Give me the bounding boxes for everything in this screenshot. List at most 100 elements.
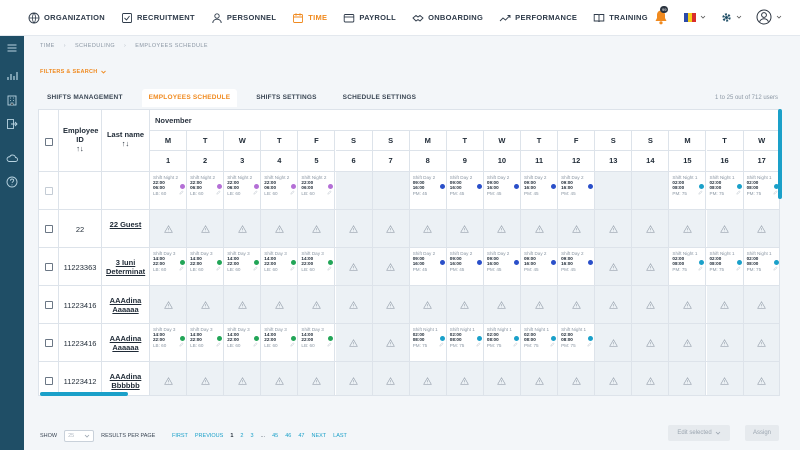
schedule-cell[interactable]: Shift Day 2 09:00 16:00 PM: 45 [483, 248, 521, 285]
schedule-cell[interactable]: Shift Night 1 02:00 08:00 PM: 75 [743, 172, 779, 209]
schedule-cell[interactable]: Shift Day 3 14:00 22:00 LB: 60 [224, 248, 262, 285]
schedule-cell[interactable] [706, 286, 744, 323]
schedule-cell[interactable] [595, 210, 633, 247]
shift-card[interactable]: Shift Day 2 09:00 16:00 PM: 45 [561, 251, 594, 272]
chevron-down-icon[interactable] [700, 14, 706, 20]
breadcrumb-item[interactable]: Scheduling [75, 43, 115, 49]
filters-search-toggle[interactable]: Filters & search [40, 69, 107, 75]
schedule-cell[interactable] [150, 286, 188, 323]
row-checkbox[interactable] [45, 187, 53, 195]
edit-pencil-icon[interactable] [216, 342, 221, 347]
shift-card[interactable]: Shift Day 3 14:00 22:00 LB: 60 [227, 327, 260, 348]
schedule-cell[interactable]: Shift Night 1 02:00 08:00 PM: 75 [706, 248, 744, 285]
schedule-cell[interactable] [187, 362, 225, 395]
schedule-cell[interactable] [595, 172, 633, 209]
schedule-cell[interactable] [298, 210, 336, 247]
schedule-cell[interactable] [743, 324, 779, 361]
row-checkbox[interactable] [45, 263, 53, 271]
pager-link[interactable]: 45 [272, 433, 278, 439]
schedule-cell[interactable] [521, 286, 559, 323]
edit-pencil-icon[interactable] [773, 190, 778, 195]
schedule-cell[interactable]: Shift Day 3 14:00 22:00 LB: 60 [150, 248, 188, 285]
shift-card[interactable]: Shift Day 2 09:00 16:00 PM: 45 [450, 175, 482, 196]
nav-item-payroll[interactable]: Payroll [343, 12, 396, 24]
tab-shifts-management[interactable]: Shifts management [40, 89, 130, 107]
shift-card[interactable]: Shift Night 2 22:00 06:00 LB: 60 [301, 175, 334, 196]
tab-schedule-settings[interactable]: Schedule settings [336, 89, 423, 107]
schedule-cell[interactable] [372, 286, 410, 323]
employee-id-header[interactable]: Employee ID ↑↓ [59, 110, 102, 171]
schedule-cell[interactable] [483, 210, 521, 247]
employee-name-link[interactable]: 22 Guest [102, 220, 149, 229]
edit-pencil-icon[interactable] [253, 342, 258, 347]
edit-pencil-icon[interactable] [327, 266, 332, 271]
edit-pencil-icon[interactable] [513, 342, 518, 347]
schedule-cell[interactable] [595, 248, 633, 285]
schedule-cell[interactable] [483, 286, 521, 323]
schedule-cell[interactable]: Shift Day 2 09:00 16:00 PM: 45 [521, 172, 559, 209]
shift-card[interactable]: Shift Night 1 02:00 08:00 PM: 75 [524, 327, 556, 348]
schedule-cell[interactable] [632, 324, 670, 361]
schedule-cell[interactable] [632, 210, 670, 247]
schedule-cell[interactable]: Shift Night 1 02:00 08:00 PM: 75 [483, 324, 521, 361]
horizontal-scrollbar[interactable] [40, 392, 128, 396]
shift-card[interactable]: Shift Day 3 14:00 22:00 LB: 60 [153, 327, 185, 348]
schedule-cell[interactable] [483, 362, 521, 395]
shift-card[interactable]: Shift Day 3 14:00 22:00 LB: 60 [301, 251, 334, 272]
edit-pencil-icon[interactable] [736, 266, 741, 271]
schedule-cell[interactable] [595, 324, 633, 361]
schedule-cell[interactable]: Shift Night 1 02:00 08:00 PM: 75 [446, 324, 484, 361]
edit-pencil-icon[interactable] [179, 342, 184, 347]
user-avatar-icon[interactable] [756, 9, 772, 25]
pager-link[interactable]: 2 [240, 433, 243, 439]
schedule-cell[interactable] [409, 210, 447, 247]
schedule-cell[interactable]: Shift Day 3 14:00 22:00 LB: 60 [298, 324, 336, 361]
schedule-cell[interactable] [298, 286, 336, 323]
edit-pencil-icon[interactable] [179, 190, 184, 195]
schedule-cell[interactable] [335, 362, 373, 395]
schedule-cell[interactable]: Shift Day 2 09:00 16:00 PM: 45 [558, 172, 596, 209]
help-icon[interactable] [6, 176, 18, 188]
shift-card[interactable]: Shift Night 1 02:00 08:00 PM: 75 [747, 175, 779, 196]
shift-card[interactable]: Shift Day 2 09:00 16:00 PM: 45 [487, 251, 519, 272]
language-flag-icon[interactable] [684, 12, 696, 22]
schedule-cell[interactable]: Shift Day 3 14:00 22:00 LB: 60 [261, 248, 299, 285]
schedule-cell[interactable] [558, 210, 596, 247]
nav-item-personnel[interactable]: Personnel [211, 12, 276, 24]
notifications-bell-icon[interactable]: 99 [654, 6, 669, 25]
shift-card[interactable]: Shift Day 2 09:00 16:00 PM: 45 [561, 175, 594, 196]
edit-pencil-icon[interactable] [773, 266, 778, 271]
shift-card[interactable]: Shift Day 2 09:00 16:00 PM: 45 [450, 251, 482, 272]
schedule-cell[interactable]: Shift Day 3 14:00 22:00 LB: 60 [224, 324, 262, 361]
row-checkbox[interactable] [45, 377, 53, 385]
row-checkbox[interactable] [45, 339, 53, 347]
breadcrumb-item[interactable]: Time [40, 43, 55, 49]
schedule-cell[interactable]: Shift Night 2 22:00 06:00 LB: 60 [261, 172, 299, 209]
schedule-cell[interactable] [446, 286, 484, 323]
schedule-cell[interactable]: Shift Day 2 09:00 16:00 PM: 45 [521, 248, 559, 285]
shift-card[interactable]: Shift Day 3 14:00 22:00 LB: 60 [264, 251, 297, 272]
schedule-cell[interactable] [261, 286, 299, 323]
schedule-cell[interactable] [261, 210, 299, 247]
schedule-cell[interactable] [669, 324, 707, 361]
shift-card[interactable]: Shift Night 1 02:00 08:00 PM: 75 [450, 327, 482, 348]
edit-pencil-icon[interactable] [327, 190, 332, 195]
shift-card[interactable]: Shift Day 3 14:00 22:00 LB: 60 [153, 251, 185, 272]
edit-pencil-icon[interactable] [698, 266, 703, 271]
schedule-cell[interactable] [335, 324, 373, 361]
chevron-down-icon[interactable] [736, 14, 742, 20]
pager-link[interactable]: First [172, 433, 188, 439]
schedule-cell[interactable] [669, 362, 707, 395]
schedule-cell[interactable] [150, 210, 188, 247]
schedule-cell[interactable]: Shift Night 1 02:00 08:00 PM: 75 [558, 324, 596, 361]
schedule-cell[interactable] [743, 362, 779, 395]
schedule-cell[interactable] [595, 286, 633, 323]
select-all-checkbox[interactable] [45, 138, 53, 146]
nav-item-onboarding[interactable]: Onboarding [412, 12, 483, 24]
schedule-cell[interactable]: Shift Day 3 14:00 22:00 LB: 60 [187, 248, 225, 285]
pager-link[interactable]: 3 [250, 433, 253, 439]
shift-card[interactable]: Shift Day 2 09:00 16:00 PM: 45 [487, 175, 519, 196]
edit-pencil-icon[interactable] [439, 342, 444, 347]
schedule-cell[interactable] [669, 286, 707, 323]
shift-card[interactable]: Shift Night 1 02:00 08:00 PM: 75 [672, 251, 705, 272]
